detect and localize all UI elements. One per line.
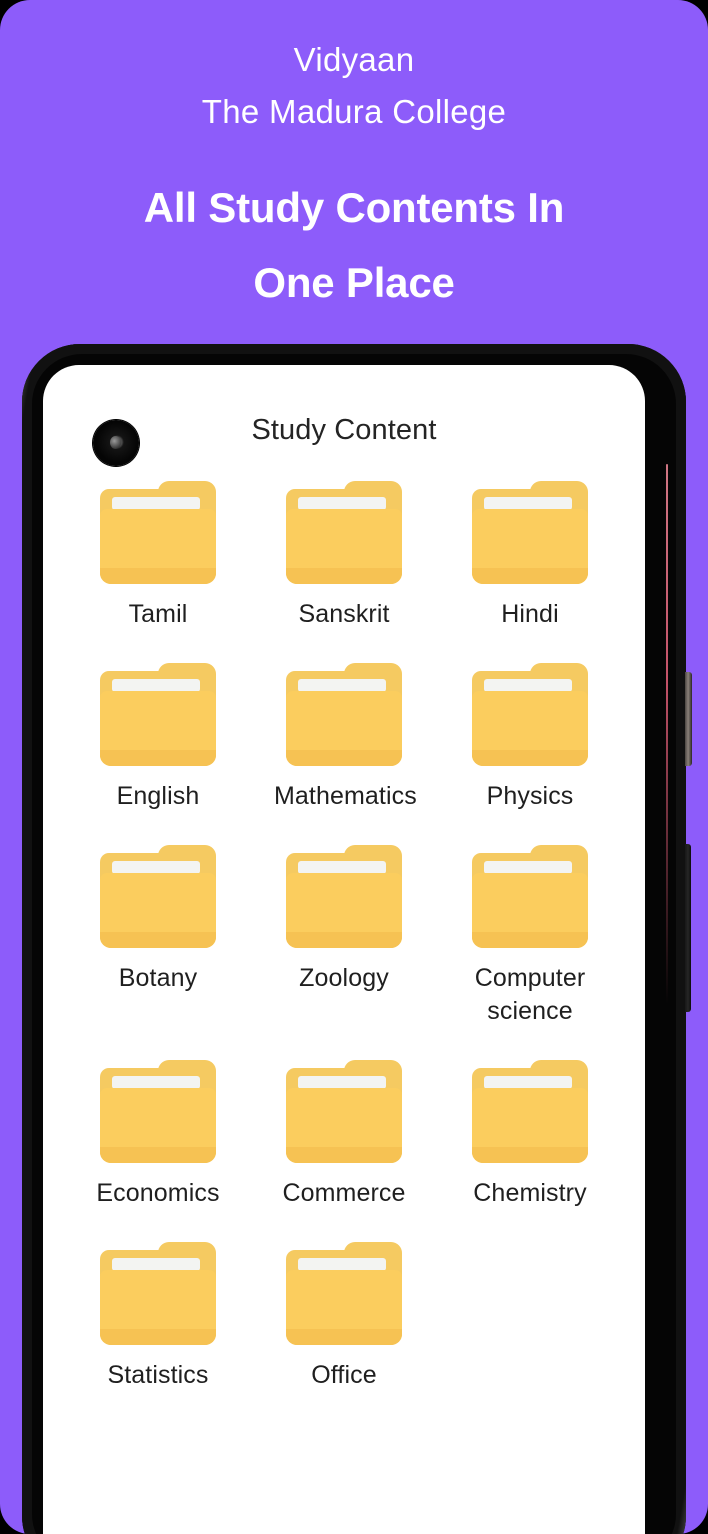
phone-screen: Study Content Tamil Sanskrit Hindi Engli… [43, 365, 645, 1534]
brand-name: Vidyaan [293, 41, 415, 78]
folder-label: Statistics [107, 1361, 209, 1389]
folder-icon [286, 663, 402, 766]
folder-front-icon [286, 509, 402, 584]
folder-label: Zoology [299, 964, 389, 992]
folder-icon [472, 845, 588, 948]
folder-icon [100, 1242, 216, 1345]
folder-item-zoology[interactable]: Zoology [251, 845, 437, 1028]
folder-front-icon [472, 1088, 588, 1163]
folder-label: Physics [486, 782, 574, 810]
folder-icon [472, 663, 588, 766]
folder-lip-icon [100, 750, 216, 766]
folder-item-english[interactable]: English [65, 663, 251, 813]
folder-front-icon [286, 691, 402, 766]
folder-icon [100, 481, 216, 584]
folder-lip-icon [286, 1147, 402, 1163]
folder-lip-icon [472, 1147, 588, 1163]
folder-icon [100, 845, 216, 948]
folder-lip-icon [472, 568, 588, 584]
folder-lip-icon [472, 750, 588, 766]
volume-button[interactable] [685, 672, 692, 766]
institution-name: The Madura College [201, 93, 507, 130]
folder-label: Sanskrit [298, 600, 390, 628]
folder-front-icon [472, 509, 588, 584]
folder-label: Economics [96, 1179, 220, 1207]
folder-icon [286, 1060, 402, 1163]
folder-lip-icon [100, 568, 216, 584]
folder-icon [472, 1060, 588, 1163]
folder-lip-icon [100, 932, 216, 948]
folder-front-icon [100, 1088, 216, 1163]
promo-header: Vidyaan The Madura College All Study Con… [0, 0, 708, 320]
headline-line-1: All Study Contents In [143, 184, 565, 231]
folder-label: English [116, 782, 200, 810]
folder-label: Computer science [474, 964, 586, 1025]
folder-item-physics[interactable]: Physics [437, 663, 623, 813]
folder-item-chemistry[interactable]: Chemistry [437, 1060, 623, 1210]
folder-item-botany[interactable]: Botany [65, 845, 251, 1028]
folder-lip-icon [472, 932, 588, 948]
folder-item-mathematics[interactable]: Mathematics [251, 663, 437, 813]
folder-label: Tamil [128, 600, 188, 628]
folder-label: Chemistry [473, 1179, 587, 1207]
folder-icon [472, 481, 588, 584]
page-title: Study Content [251, 414, 437, 446]
folder-item-office[interactable]: Office [251, 1242, 437, 1392]
folder-label: Hindi [501, 600, 559, 628]
folder-label: Mathematics [274, 782, 417, 810]
phone-mockup: Study Content Tamil Sanskrit Hindi Engli… [22, 344, 692, 1534]
folder-label: Botany [118, 964, 198, 992]
folder-item-hindi[interactable]: Hindi [437, 481, 623, 631]
bezel-accent-line [666, 464, 668, 1004]
promo-headline: All Study Contents In One Place [0, 170, 708, 320]
folder-label: Commerce [282, 1179, 406, 1207]
folder-front-icon [286, 1088, 402, 1163]
folder-item-tamil[interactable]: Tamil [65, 481, 251, 631]
folder-lip-icon [286, 1329, 402, 1345]
folder-front-icon [472, 691, 588, 766]
folder-front-icon [100, 691, 216, 766]
folder-front-icon [472, 873, 588, 948]
folder-item-computer-science[interactable]: Computer science [437, 845, 623, 1028]
folder-item-economics[interactable]: Economics [65, 1060, 251, 1210]
folder-lip-icon [286, 932, 402, 948]
folder-icon [100, 1060, 216, 1163]
folder-label: Office [311, 1361, 377, 1389]
folder-lip-icon [286, 568, 402, 584]
folder-item-commerce[interactable]: Commerce [251, 1060, 437, 1210]
folder-icon [100, 663, 216, 766]
folder-front-icon [286, 1270, 402, 1345]
power-button[interactable] [685, 844, 691, 1012]
folder-item-statistics[interactable]: Statistics [65, 1242, 251, 1392]
folder-item-sanskrit[interactable]: Sanskrit [251, 481, 437, 631]
folder-front-icon [100, 873, 216, 948]
headline-line-2: One Place [253, 259, 455, 306]
folder-lip-icon [100, 1147, 216, 1163]
folder-grid: Tamil Sanskrit Hindi English Mathematics… [43, 481, 645, 1392]
promo-canvas: Vidyaan The Madura College All Study Con… [0, 0, 708, 1534]
folder-front-icon [100, 1270, 216, 1345]
folder-icon [286, 1242, 402, 1345]
folder-front-icon [286, 873, 402, 948]
folder-front-icon [100, 509, 216, 584]
folder-lip-icon [286, 750, 402, 766]
folder-icon [286, 481, 402, 584]
folder-icon [286, 845, 402, 948]
folder-lip-icon [100, 1329, 216, 1345]
